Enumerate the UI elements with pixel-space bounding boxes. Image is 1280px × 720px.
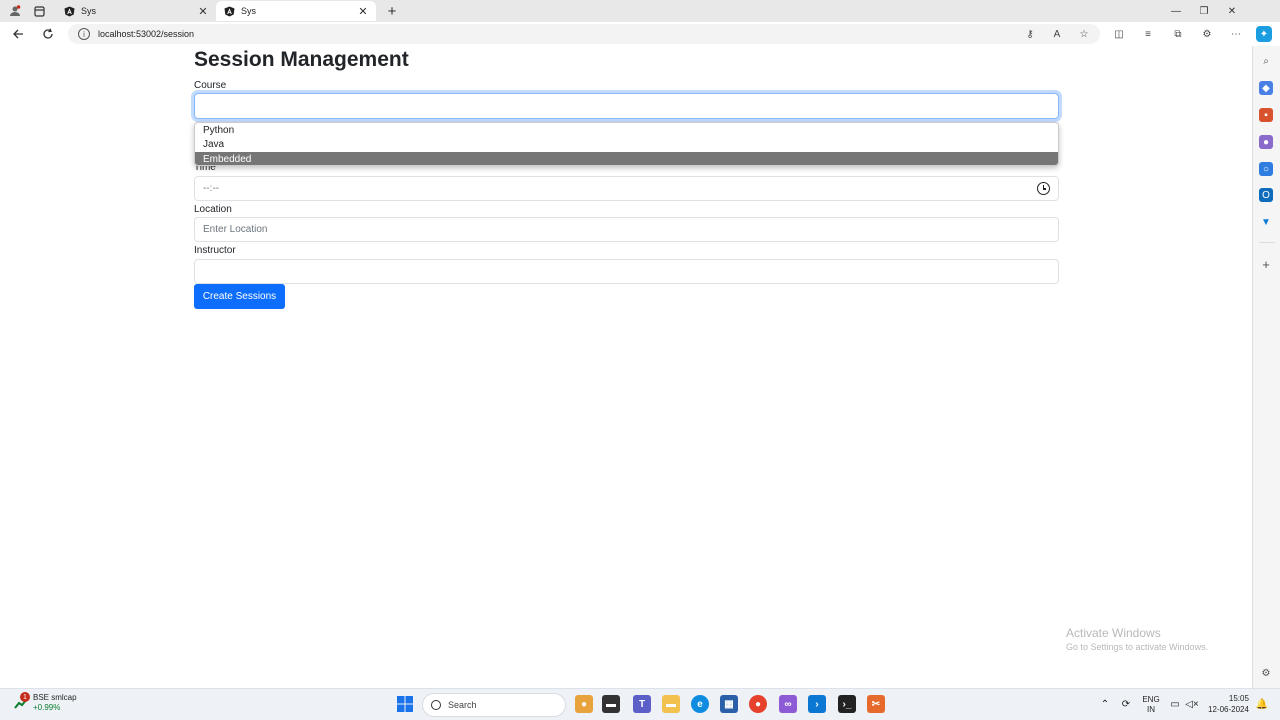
language-indicator[interactable]: ENG IN bbox=[1140, 694, 1162, 716]
task-view-icon[interactable]: ▬ bbox=[602, 695, 620, 713]
activate-windows-watermark: Activate Windows Go to Settings to activ… bbox=[1066, 626, 1208, 652]
stock-change: +0.99% bbox=[33, 703, 61, 712]
new-tab-button[interactable]: + bbox=[383, 2, 401, 20]
clock-time: 15:05 bbox=[1228, 694, 1249, 703]
watermark-title: Activate Windows bbox=[1066, 626, 1161, 640]
angular-icon bbox=[224, 6, 235, 17]
course-input[interactable] bbox=[194, 93, 1059, 119]
address-bar-row: i localhost:53002/session ⚷ A ☆ ◫ ≡ ⧉ ⚙ … bbox=[0, 22, 1280, 46]
add-icon[interactable]: + bbox=[1259, 257, 1273, 272]
collections-icon[interactable]: ⧉ bbox=[1170, 26, 1186, 42]
system-clock[interactable]: 15:05 12-06-2024 bbox=[1208, 693, 1249, 715]
edge-icon[interactable]: e bbox=[691, 695, 709, 713]
shopping-icon[interactable]: ◆ bbox=[1259, 81, 1273, 95]
show-hidden-icons-icon[interactable]: ⌃ bbox=[1099, 694, 1111, 714]
back-button[interactable] bbox=[8, 25, 28, 43]
terminal-icon[interactable]: ›_ bbox=[838, 695, 856, 713]
course-label: Course bbox=[194, 80, 227, 91]
more-menu-icon[interactable]: ⋯ bbox=[1228, 26, 1244, 42]
snipping-tool-icon[interactable]: ✂ bbox=[867, 695, 885, 713]
instructor-input[interactable] bbox=[194, 259, 1059, 284]
tab-sys-1[interactable]: Sys ✕ bbox=[56, 1, 216, 21]
copilot-app-icon[interactable]: ● bbox=[575, 695, 593, 713]
volume-muted-icon[interactable]: ◁× bbox=[1185, 694, 1199, 714]
info-icon[interactable]: i bbox=[78, 28, 90, 40]
visual-studio-icon[interactable]: ∞ bbox=[779, 695, 797, 713]
url-text: localhost:53002/session bbox=[98, 29, 195, 39]
vscode-icon[interactable]: › bbox=[808, 695, 826, 713]
clock-date: 12-06-2024 bbox=[1208, 705, 1249, 714]
close-icon[interactable]: ✕ bbox=[196, 4, 210, 18]
display-icon[interactable]: ▭ bbox=[1168, 694, 1182, 714]
search-placeholder: Search bbox=[448, 700, 477, 710]
clock-icon[interactable] bbox=[1037, 182, 1050, 195]
search-icon[interactable]: ⌕ bbox=[1259, 54, 1273, 68]
taskbar: 1 BSE smlcap +0.99% Search ● ▬ T ▬ e ▦ ●… bbox=[0, 688, 1280, 720]
close-window-button[interactable]: ✕ bbox=[1218, 2, 1246, 20]
settings-gear-icon[interactable]: ⚙ bbox=[1259, 666, 1273, 680]
drop-icon[interactable]: ▼ bbox=[1259, 215, 1273, 229]
notification-badge: 1 bbox=[20, 692, 30, 702]
file-explorer-icon[interactable]: ▬ bbox=[662, 695, 680, 713]
restore-button[interactable]: ❐ bbox=[1190, 2, 1218, 20]
close-icon[interactable]: ✕ bbox=[356, 4, 370, 18]
watermark-subtitle: Go to Settings to activate Windows. bbox=[1066, 642, 1209, 652]
teams-icon[interactable]: T bbox=[633, 695, 651, 713]
language-top: ENG bbox=[1142, 695, 1160, 704]
stock-name: BSE smlcap bbox=[33, 693, 77, 702]
edge-sidebar: ⌕ ◆ ▪ ● ○ O ▼ + ⚙ bbox=[1252, 46, 1280, 688]
course-option-python[interactable]: Python bbox=[195, 123, 1058, 138]
stock-widget[interactable]: 1 BSE smlcap +0.99% bbox=[14, 692, 77, 713]
tab-sys-2[interactable]: Sys ✕ bbox=[216, 1, 376, 21]
page-title: Session Management bbox=[194, 48, 409, 71]
tab-title: Sys bbox=[81, 6, 97, 16]
tools-icon[interactable]: ▪ bbox=[1259, 108, 1273, 122]
split-screen-icon[interactable]: ◫ bbox=[1111, 26, 1127, 42]
sidebar-divider bbox=[1259, 242, 1275, 243]
location-label: Location bbox=[194, 204, 232, 215]
angular-icon bbox=[64, 6, 75, 17]
time-input[interactable]: --:-- bbox=[194, 176, 1059, 201]
instructor-label: Instructor bbox=[194, 245, 236, 256]
notification-bell-icon[interactable]: 🔔 bbox=[1256, 694, 1268, 714]
favorite-star-icon[interactable]: ☆ bbox=[1076, 26, 1092, 42]
course-dropdown: Python Java Embedded bbox=[194, 122, 1059, 166]
windows-start-icon[interactable] bbox=[396, 695, 414, 713]
chrome-icon[interactable]: ● bbox=[749, 695, 767, 713]
games-icon[interactable]: ● bbox=[1259, 135, 1273, 149]
tab-title: Sys bbox=[241, 6, 257, 16]
minimize-button[interactable]: — bbox=[1162, 2, 1190, 20]
search-icon bbox=[431, 700, 441, 710]
store-icon[interactable]: ▦ bbox=[720, 695, 738, 713]
sync-icon[interactable]: ⟳ bbox=[1119, 694, 1133, 714]
outlook-icon[interactable]: O bbox=[1259, 188, 1273, 202]
taskbar-search[interactable]: Search bbox=[422, 693, 566, 717]
tab-strip: Sys ✕ Sys ✕ + — ❐ ✕ bbox=[0, 0, 1280, 22]
location-placeholder: Enter Location bbox=[203, 224, 268, 235]
language-bottom: IN bbox=[1147, 705, 1155, 714]
key-icon[interactable]: ⚷ bbox=[1022, 26, 1038, 42]
refresh-button[interactable] bbox=[38, 25, 58, 43]
extensions-icon[interactable]: ⚙ bbox=[1199, 26, 1215, 42]
url-field[interactable]: i localhost:53002/session bbox=[68, 24, 1100, 44]
page-viewport: Session Management Course Time --:-- Loc… bbox=[2, 46, 1251, 688]
create-sessions-button[interactable]: Create Sessions bbox=[194, 284, 285, 309]
copilot-icon[interactable]: ✦ bbox=[1256, 26, 1272, 42]
tab-actions-icon[interactable] bbox=[30, 2, 48, 20]
time-value: --:-- bbox=[203, 183, 220, 194]
profile-icon[interactable] bbox=[6, 2, 24, 20]
course-option-java[interactable]: Java bbox=[195, 138, 1058, 153]
location-input[interactable]: Enter Location bbox=[194, 217, 1059, 242]
course-option-embedded[interactable]: Embedded bbox=[195, 152, 1058, 165]
stock-chart-icon: 1 bbox=[14, 692, 30, 710]
favorites-icon[interactable]: ≡ bbox=[1140, 26, 1156, 42]
office-icon[interactable]: ○ bbox=[1259, 162, 1273, 176]
read-aloud-icon[interactable]: A bbox=[1049, 26, 1065, 42]
